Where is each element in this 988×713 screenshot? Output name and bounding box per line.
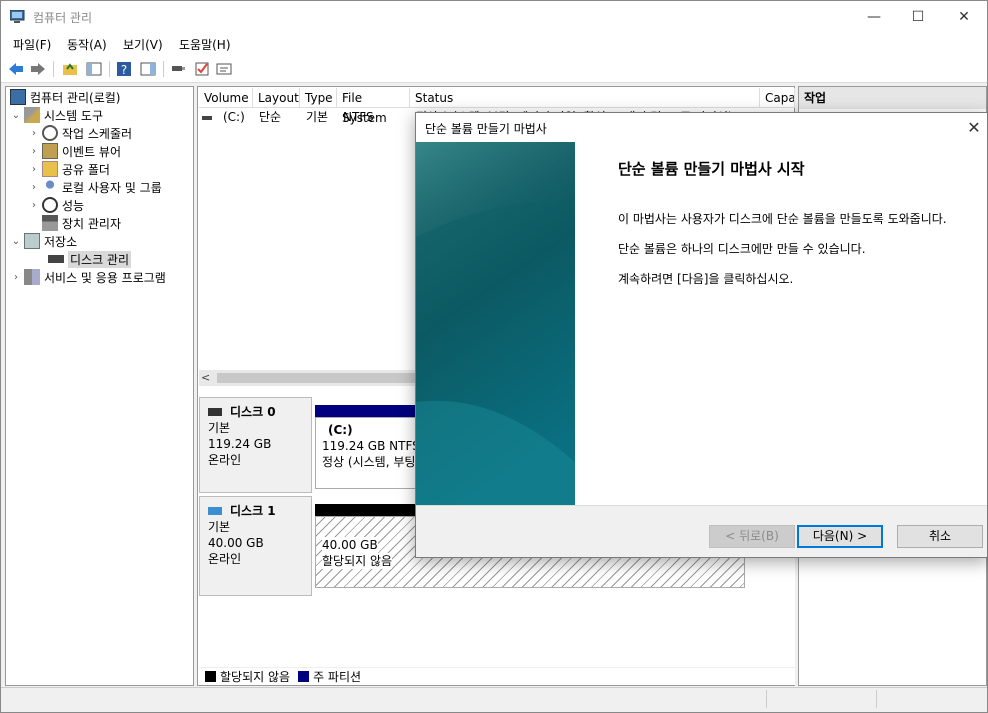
connect-icon[interactable] [169,60,187,78]
tree-item-computer-management[interactable]: 컴퓨터 관리(로컬) [8,88,120,106]
disk-icon [48,255,64,263]
menu-bar: 파일(F) 동작(A) 보기(V) 도움말(H) [1,33,987,55]
shared-folder-icon [42,161,58,177]
status-divider [766,690,767,708]
volume-icon [202,108,214,126]
chevron-right-icon[interactable]: › [28,146,40,157]
wizard-heading: 단순 볼륨 만들기 마법사 시작 [618,160,805,178]
menu-action[interactable]: 동작(A) [67,36,107,53]
disk-icon [208,507,222,515]
unallocated-swatch [205,671,216,682]
disk-1-label[interactable]: 디스크 1 기본 40.00 GB 온라인 [199,496,312,596]
cancel-button[interactable]: 취소 [897,525,983,548]
help-icon[interactable]: ? [115,60,133,78]
volume-type: 기본 [306,110,329,124]
tools-icon [24,107,40,123]
chevron-right-icon[interactable]: › [28,128,40,139]
volume-file-system: NTFS [343,110,374,124]
device-manager-icon [42,215,58,231]
clock-icon [42,125,58,141]
tree-item-local-users-groups[interactable]: › 로컬 사용자 및 그룹 [28,178,162,196]
volume-name: (C:) [223,110,245,124]
svg-text:?: ? [121,63,127,77]
minimize-button[interactable]: — [851,1,897,33]
legend: 할당되지 않음 주 파티션 [199,667,795,685]
wizard-title: 단순 볼륨 만들기 마법사 [425,122,547,136]
disk-0-label[interactable]: 디스크 0 기본 119.24 GB 온라인 [199,397,312,493]
status-divider [876,690,877,708]
computer-management-icon [10,10,25,23]
toolbar-separator [53,61,54,77]
tree-item-storage[interactable]: ⌄ 저장소 [10,232,77,250]
column-header-file-system[interactable]: File System [337,88,410,125]
show-hide-action-pane-icon[interactable] [139,60,157,78]
new-simple-volume-wizard: 단순 볼륨 만들기 마법사 ✕ 단순 볼륨 만들기 마법사 시작 이 마법사는 … [415,112,988,558]
action-pane-header: 작업 [799,87,986,109]
properties-icon[interactable] [215,60,233,78]
column-header-capacity[interactable]: Capac [760,88,795,108]
storage-icon [24,233,40,249]
column-header-layout[interactable]: Layout [253,88,300,108]
computer-icon [10,89,26,105]
tree-item-task-scheduler[interactable]: › 작업 스케줄러 [28,124,132,142]
close-icon[interactable]: ✕ [963,113,985,142]
tree-item-performance[interactable]: › 성능 [28,196,84,214]
menu-view[interactable]: 보기(V) [123,36,163,53]
chevron-right-icon[interactable]: › [10,272,22,283]
tree-item-shared-folders[interactable]: › 공유 폴더 [28,160,110,178]
chevron-down-icon[interactable]: ⌄ [10,110,22,121]
column-header-type[interactable]: Type [300,88,337,108]
toolbar-separator [163,61,164,77]
menu-file[interactable]: 파일(F) [13,36,51,53]
wizard-footer: < 뒤로(B) 다음(N) > 취소 [416,505,987,557]
tree-item-event-viewer[interactable]: › 이벤트 뷰어 [28,142,121,160]
chevron-right-icon[interactable]: › [28,182,40,193]
tree-item-device-manager[interactable]: 장치 관리자 [40,214,121,232]
volume-layout: 단순 [259,110,282,124]
wizard-instruction: 계속하려면 [다음]을 클릭하십시오. [618,272,794,286]
column-header-volume[interactable]: Volume [199,88,253,108]
wizard-note: 단순 볼륨은 하나의 디스크에만 만들 수 있습니다. [618,242,866,256]
status-bar [1,687,987,709]
chevron-right-icon[interactable]: › [28,164,40,175]
chevron-right-icon[interactable]: › [28,200,40,211]
show-hide-console-tree-icon[interactable] [85,60,103,78]
performance-icon [42,197,58,213]
forward-arrow-icon[interactable] [29,60,47,78]
column-header-status[interactable]: Status [410,88,760,108]
toolbar-separator [109,61,110,77]
wizard-banner-image [416,142,575,505]
next-button[interactable]: 다음(N) > [797,525,883,548]
event-viewer-icon [42,143,58,159]
maximize-button[interactable]: ☐ [895,1,941,33]
title-bar: 컴퓨터 관리 — ☐ ✕ [1,1,987,33]
wizard-content: 단순 볼륨 만들기 마법사 시작 이 마법사는 사용자가 디스크에 단순 볼륨을… [618,158,958,301]
console-tree: 컴퓨터 관리(로컬) ⌄ 시스템 도구 › 작업 스케줄러 › 이벤트 뷰어 ›… [5,86,194,686]
back-arrow-icon[interactable] [7,60,25,78]
tree-item-system-tools[interactable]: ⌄ 시스템 도구 [10,106,103,124]
back-button[interactable]: < 뒤로(B) [709,525,795,548]
primary-partition-swatch [298,671,310,682]
close-button[interactable]: ✕ [941,1,987,33]
window-title: 컴퓨터 관리 [33,11,93,25]
scroll-left-arrow-icon[interactable]: < [201,370,215,386]
chevron-down-icon[interactable]: ⌄ [10,236,22,247]
services-icon [24,269,40,285]
menu-help[interactable]: 도움말(H) [179,36,231,53]
tree-item-disk-management[interactable]: 디스크 관리 [46,250,132,268]
checklist-icon[interactable] [193,60,211,78]
tree-item-services-applications[interactable]: › 서비스 및 응용 프로그램 [10,268,166,286]
wizard-title-bar: 단순 볼륨 만들기 마법사 ✕ [416,113,987,142]
toolbar: ? [1,55,987,83]
wizard-description: 이 마법사는 사용자가 디스크에 단순 볼륨을 만들도록 도와줍니다. [618,212,947,226]
disk-icon [208,408,222,416]
users-icon [42,179,58,195]
up-folder-icon[interactable] [61,60,79,78]
